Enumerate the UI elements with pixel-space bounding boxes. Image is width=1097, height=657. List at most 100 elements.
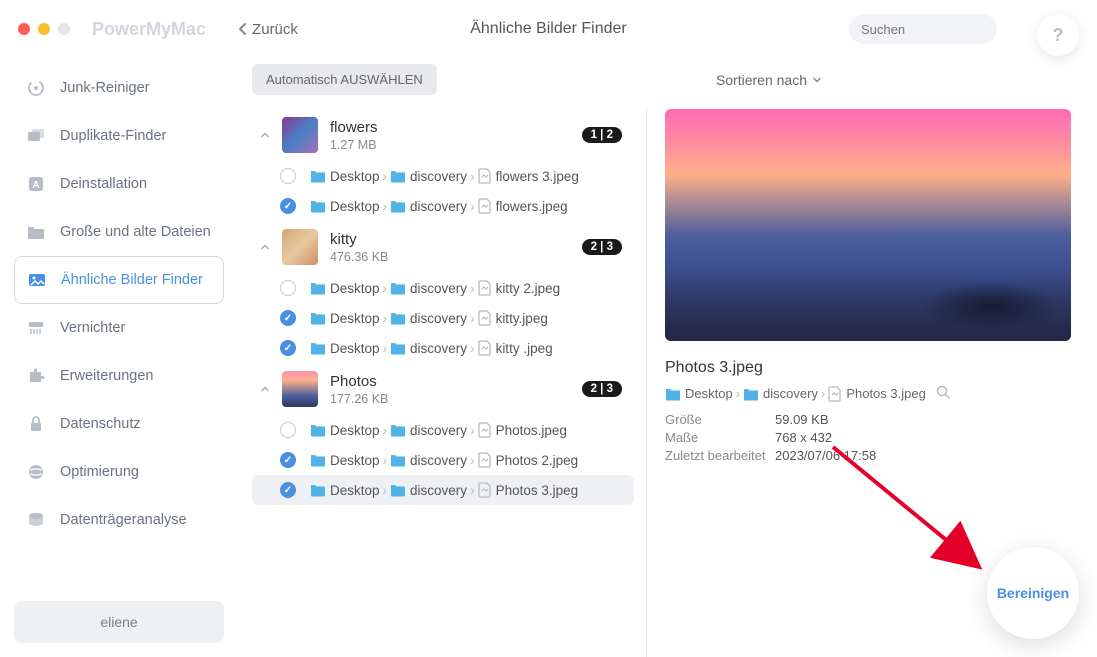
crumb-separator: › xyxy=(470,423,475,438)
crumb-separator: › xyxy=(383,483,388,498)
file-icon xyxy=(478,482,492,498)
folders-icon xyxy=(26,126,46,146)
folder-icon xyxy=(390,169,406,183)
crumb-separator: › xyxy=(383,423,388,438)
group-info: flowers 1.27 MB xyxy=(330,119,582,152)
file-name: Photos 2.jpeg xyxy=(496,453,579,468)
crumb-separator: › xyxy=(383,169,388,184)
crumb-separator: › xyxy=(470,453,475,468)
file-checkbox[interactable] xyxy=(280,168,296,184)
sidebar-item-shredder[interactable]: Vernichter xyxy=(14,304,224,352)
folder-icon xyxy=(743,387,759,401)
file-row[interactable]: Desktop›discovery›flowers 3.jpeg xyxy=(252,161,634,191)
chevron-up-icon[interactable] xyxy=(256,241,274,253)
folder-icon xyxy=(390,483,406,497)
group-header[interactable]: flowers 1.27 MB 1 | 2 xyxy=(252,109,634,161)
detail-path: Desktop›discovery›Photos 3.jpeg xyxy=(665,385,1071,402)
group-badge: 2 | 3 xyxy=(582,239,622,255)
clean-button[interactable]: Bereinigen xyxy=(987,547,1079,639)
gauge-icon xyxy=(26,78,46,98)
sidebar-item-large-old-files[interactable]: Große und alte Dateien xyxy=(14,208,224,256)
minimize-window-button[interactable] xyxy=(38,23,50,35)
file-icon xyxy=(828,386,842,402)
file-checkbox[interactable] xyxy=(280,198,296,214)
panel-divider xyxy=(646,109,647,657)
sidebar-item-label: Optimierung xyxy=(60,464,139,480)
group-header[interactable]: kitty 476.36 KB 2 | 3 xyxy=(252,221,634,273)
image-icon xyxy=(27,270,47,290)
folder-icon xyxy=(665,387,681,401)
path-segment: discovery xyxy=(410,281,467,296)
group-size: 476.36 KB xyxy=(330,250,582,264)
lock-icon xyxy=(26,414,46,434)
path-segment: discovery xyxy=(410,169,467,184)
sidebar-item-similar-images[interactable]: Ähnliche Bilder Finder xyxy=(14,256,224,304)
file-row[interactable]: Desktop›discovery›Photos 3.jpeg xyxy=(252,475,634,505)
file-name: kitty 2.jpeg xyxy=(496,281,561,296)
search-input[interactable] xyxy=(861,22,1037,37)
sidebar-item-label: Datenträgeranalyse xyxy=(60,512,187,528)
file-icon xyxy=(478,422,492,438)
back-label: Zurück xyxy=(252,21,298,38)
user-account-button[interactable]: eliene xyxy=(14,601,224,643)
chevron-up-icon[interactable] xyxy=(256,129,274,141)
help-button[interactable]: ? xyxy=(1037,14,1079,56)
sidebar-item-extensions[interactable]: Erweiterungen xyxy=(14,352,224,400)
path-segment: discovery xyxy=(410,453,467,468)
file-row[interactable]: Desktop›discovery›kitty 2.jpeg xyxy=(252,273,634,303)
file-row[interactable]: Desktop›discovery›flowers.jpeg xyxy=(252,191,634,221)
file-checkbox[interactable] xyxy=(280,340,296,356)
path-segment: discovery xyxy=(410,199,467,214)
page-title: Ähnliche Bilder Finder xyxy=(470,20,627,38)
results-list[interactable]: flowers 1.27 MB 1 | 2Desktop›discovery›f… xyxy=(252,109,634,657)
path-segment: Desktop xyxy=(330,169,380,184)
path-segment: Photos 3.jpeg xyxy=(846,386,926,401)
toolbar: Automatisch AUSWÄHLEN Sortieren nach xyxy=(238,64,1097,109)
path-segment: discovery xyxy=(763,386,818,401)
group-name: Photos xyxy=(330,373,582,390)
file-checkbox[interactable] xyxy=(280,310,296,326)
sidebar-item-optimization[interactable]: Optimierung xyxy=(14,448,224,496)
sidebar-item-label: Deinstallation xyxy=(60,176,147,192)
svg-text:A: A xyxy=(32,180,39,191)
sidebar-item-uninstall[interactable]: A Deinstallation xyxy=(14,160,224,208)
sort-by-button[interactable]: Sortieren nach xyxy=(716,72,823,88)
meta-mod-label: Zuletzt bearbeitet xyxy=(665,448,775,463)
group-name: kitty xyxy=(330,231,582,248)
file-checkbox[interactable] xyxy=(280,452,296,468)
file-checkbox[interactable] xyxy=(280,422,296,438)
folder-icon xyxy=(310,453,326,467)
back-button[interactable]: Zurück xyxy=(238,21,298,38)
crumb-separator: › xyxy=(383,199,388,214)
auto-select-button[interactable]: Automatisch AUSWÄHLEN xyxy=(252,64,437,95)
group-header[interactable]: Photos 177.26 KB 2 | 3 xyxy=(252,363,634,415)
file-checkbox[interactable] xyxy=(280,482,296,498)
group-badge: 2 | 3 xyxy=(582,381,622,397)
sidebar-item-duplicate-finder[interactable]: Duplikate-Finder xyxy=(14,112,224,160)
crumb-separator: › xyxy=(470,169,475,184)
sidebar-item-junk-cleaner[interactable]: Junk-Reiniger xyxy=(14,64,224,112)
file-row[interactable]: Desktop›discovery›kitty.jpeg xyxy=(252,303,634,333)
maximize-window-button[interactable] xyxy=(58,23,70,35)
file-name: Photos.jpeg xyxy=(496,423,567,438)
search-box[interactable] xyxy=(849,14,997,44)
file-row[interactable]: Desktop›discovery›Photos 2.jpeg xyxy=(252,445,634,475)
crumb-separator: › xyxy=(470,311,475,326)
reveal-in-finder-button[interactable] xyxy=(936,385,950,402)
sidebar-item-disk-analysis[interactable]: Datenträgeranalyse xyxy=(14,496,224,544)
sidebar-item-label: Duplikate-Finder xyxy=(60,128,166,144)
close-window-button[interactable] xyxy=(18,23,30,35)
crumb-separator: › xyxy=(470,483,475,498)
folder-icon xyxy=(390,423,406,437)
file-row[interactable]: Desktop›discovery›Photos.jpeg xyxy=(252,415,634,445)
chevron-up-icon[interactable] xyxy=(256,383,274,395)
crumb-separator: › xyxy=(383,341,388,356)
file-row[interactable]: Desktop›discovery›kitty .jpeg xyxy=(252,333,634,363)
file-icon xyxy=(478,310,492,326)
file-icon xyxy=(478,198,492,214)
meta-dims-value: 768 x 432 xyxy=(775,430,1071,445)
sidebar-item-privacy[interactable]: Datenschutz xyxy=(14,400,224,448)
file-name: Photos 3.jpeg xyxy=(496,483,579,498)
path-segment: Desktop xyxy=(330,483,380,498)
file-checkbox[interactable] xyxy=(280,280,296,296)
